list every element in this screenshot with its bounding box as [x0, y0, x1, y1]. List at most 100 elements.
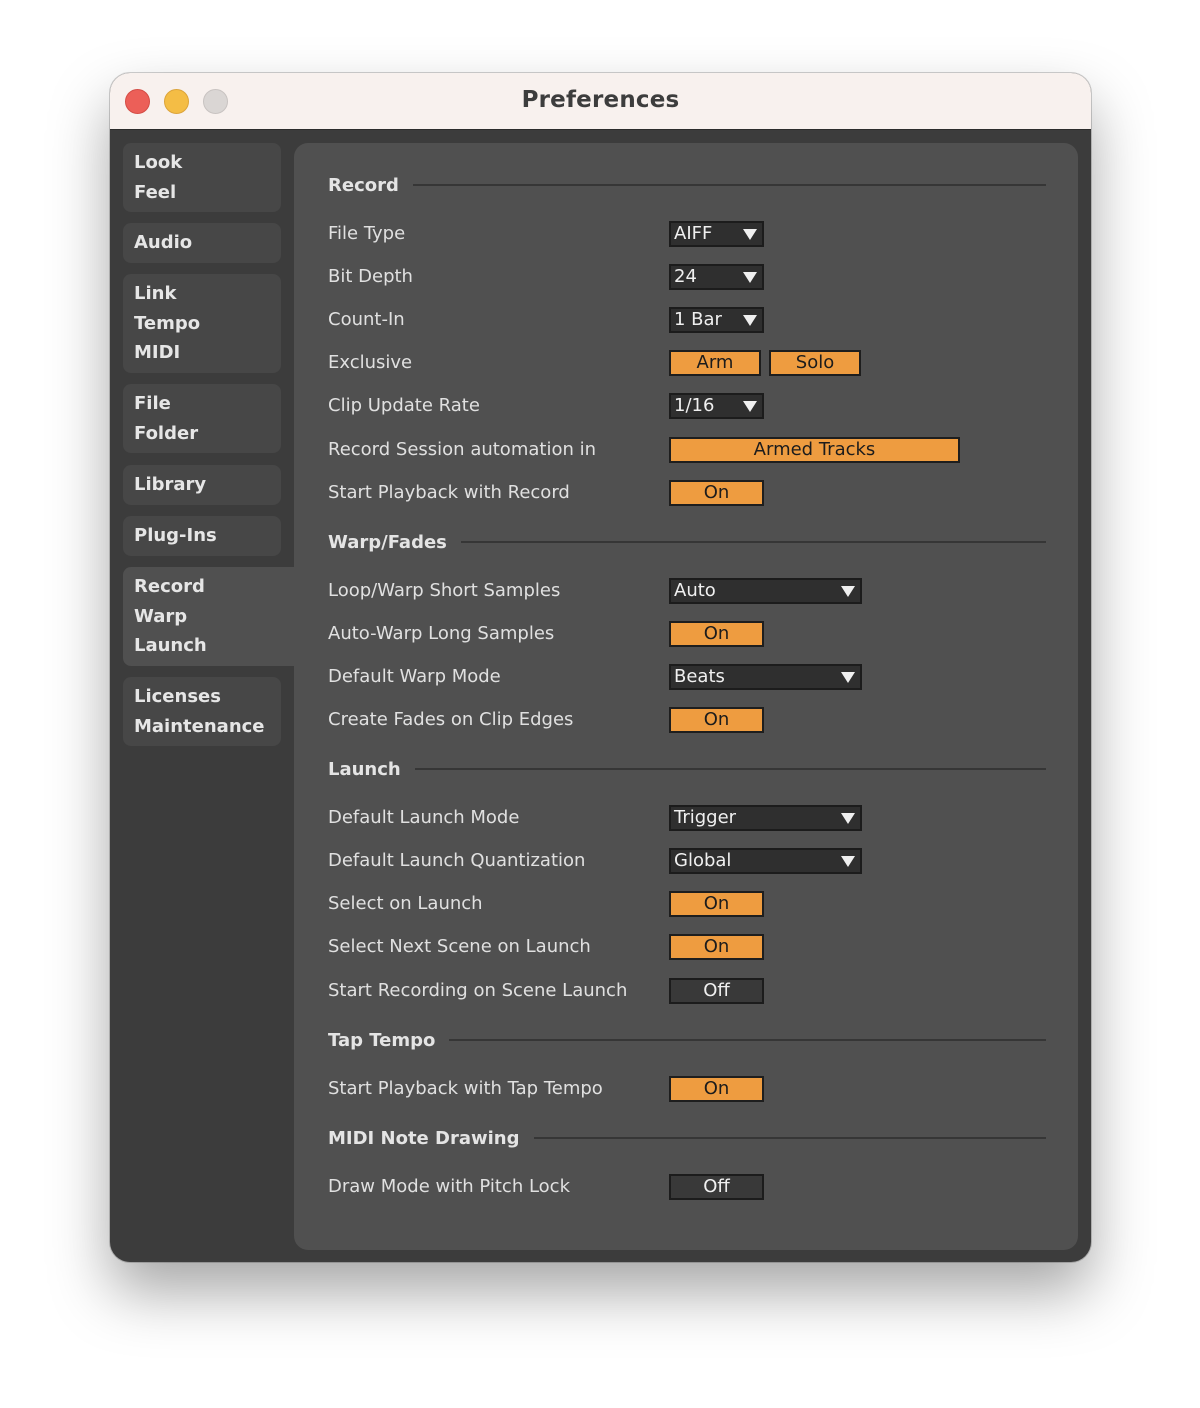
- select-on-launch-toggle[interactable]: On: [669, 891, 764, 917]
- tab-label: MIDI: [134, 342, 181, 363]
- tab-label: Look: [134, 152, 183, 173]
- row-start-playback-tap-tempo: Start Playback with Tap Tempo On: [328, 1076, 1046, 1102]
- section-tap-tempo: Tap Tempo: [328, 1027, 1046, 1053]
- section-record: Record: [328, 172, 1046, 198]
- auto-warp-long-samples-toggle[interactable]: On: [669, 621, 764, 647]
- chevron-down-icon: [743, 401, 757, 412]
- setting-label: Start Playback with Tap Tempo: [328, 1078, 603, 1099]
- dropdown-value: Beats: [674, 666, 725, 687]
- setting-label: Create Fades on Clip Edges: [328, 709, 574, 730]
- tab-label: Link: [134, 283, 177, 304]
- setting-label: Select on Launch: [328, 893, 483, 914]
- section-title: Launch: [328, 758, 401, 780]
- title-bar: Preferences: [110, 73, 1091, 130]
- tab-link-tempo-midi[interactable]: Link Tempo MIDI: [123, 274, 281, 373]
- setting-label: Exclusive: [328, 352, 413, 373]
- clip-update-rate-dropdown[interactable]: 1/16: [669, 393, 764, 419]
- start-playback-with-record-toggle[interactable]: On: [669, 480, 764, 506]
- tab-label: Plug-Ins: [134, 525, 217, 546]
- default-launch-mode-dropdown[interactable]: Trigger: [669, 805, 862, 831]
- bit-depth-dropdown[interactable]: 24: [669, 264, 764, 290]
- section-divider: [412, 184, 1046, 186]
- tab-record-warp-launch[interactable]: Record Warp Launch: [123, 567, 298, 666]
- dropdown-value: Auto: [674, 580, 716, 601]
- chevron-down-icon: [841, 856, 855, 867]
- tab-label: File: [134, 393, 171, 414]
- setting-label: Record Session automation in: [328, 439, 596, 460]
- tab-label: Warp: [134, 605, 188, 627]
- row-default-launch-quantization: Default Launch Quantization Global: [328, 848, 1046, 874]
- section-divider: [449, 1039, 1046, 1041]
- section-divider: [460, 541, 1046, 543]
- exclusive-solo-toggle[interactable]: Solo: [769, 350, 861, 376]
- setting-label: Loop/Warp Short Samples: [328, 580, 561, 601]
- setting-label: File Type: [328, 223, 406, 244]
- chevron-down-icon: [841, 586, 855, 597]
- tab-audio[interactable]: Audio: [123, 223, 281, 263]
- tab-library[interactable]: Library: [123, 465, 281, 505]
- loop-warp-short-samples-dropdown[interactable]: Auto: [669, 578, 862, 604]
- create-fades-toggle[interactable]: On: [669, 707, 764, 733]
- row-start-playback-with-record: Start Playback with Record On: [328, 480, 1046, 506]
- row-count-in: Count-In 1 Bar: [328, 307, 1046, 333]
- dropdown-value: AIFF: [674, 223, 713, 244]
- setting-label: Count-In: [328, 309, 405, 330]
- setting-label: Start Recording on Scene Launch: [328, 980, 628, 1001]
- draw-mode-pitch-lock-toggle[interactable]: Off: [669, 1174, 764, 1200]
- chevron-down-icon: [841, 813, 855, 824]
- setting-label: Start Playback with Record: [328, 482, 570, 503]
- setting-label: Default Launch Mode: [328, 807, 520, 828]
- select-next-scene-toggle[interactable]: On: [669, 934, 764, 960]
- window-title: Preferences: [521, 87, 680, 113]
- dropdown-value: 1 Bar: [674, 309, 722, 330]
- tab-label: Maintenance: [134, 715, 265, 737]
- dropdown-value: Global: [674, 850, 732, 871]
- exclusive-arm-toggle[interactable]: Arm: [669, 350, 761, 376]
- row-create-fades: Create Fades on Clip Edges On: [328, 707, 1046, 733]
- chevron-down-icon: [743, 229, 757, 240]
- section-launch: Launch: [328, 756, 1046, 782]
- dropdown-value: Trigger: [674, 807, 737, 828]
- tab-file-folder[interactable]: File Folder: [123, 384, 281, 453]
- tab-plug-ins[interactable]: Plug-Ins: [123, 516, 281, 556]
- default-warp-mode-dropdown[interactable]: Beats: [669, 664, 862, 690]
- default-launch-quantization-dropdown[interactable]: Global: [669, 848, 862, 874]
- setting-label: Select Next Scene on Launch: [328, 936, 591, 957]
- count-in-dropdown[interactable]: 1 Bar: [669, 307, 764, 333]
- row-select-next-scene: Select Next Scene on Launch On: [328, 934, 1046, 960]
- row-start-recording-scene-launch: Start Recording on Scene Launch Off: [328, 978, 1046, 1004]
- row-default-warp-mode: Default Warp Mode Beats: [328, 664, 1046, 690]
- row-file-type: File Type AIFF: [328, 221, 1046, 247]
- record-session-automation-toggle[interactable]: Armed Tracks: [669, 437, 960, 463]
- setting-label: Bit Depth: [328, 266, 413, 287]
- dropdown-value: 1/16: [674, 395, 715, 416]
- setting-label: Auto-Warp Long Samples: [328, 623, 555, 644]
- setting-label: Draw Mode with Pitch Lock: [328, 1176, 570, 1197]
- tab-label: Library: [134, 474, 207, 495]
- section-title: MIDI Note Drawing: [328, 1127, 520, 1149]
- file-type-dropdown[interactable]: AIFF: [669, 221, 764, 247]
- tab-label: Audio: [134, 232, 193, 253]
- section-warp-fades: Warp/Fades: [328, 529, 1046, 555]
- start-recording-scene-launch-toggle[interactable]: Off: [669, 978, 764, 1004]
- chevron-down-icon: [743, 272, 757, 283]
- preferences-window: Preferences Look Feel Audio Link Tempo M…: [110, 73, 1091, 1262]
- row-default-launch-mode: Default Launch Mode Trigger: [328, 805, 1046, 831]
- tab-label: Feel: [134, 181, 177, 203]
- tab-label: Record: [134, 576, 205, 597]
- setting-label: Default Launch Quantization: [328, 850, 586, 871]
- chevron-down-icon: [841, 672, 855, 683]
- section-divider: [414, 768, 1046, 770]
- tab-licenses-maintenance[interactable]: Licenses Maintenance: [123, 677, 281, 746]
- setting-label: Clip Update Rate: [328, 395, 480, 416]
- start-playback-tap-tempo-toggle[interactable]: On: [669, 1076, 764, 1102]
- section-title: Warp/Fades: [328, 531, 447, 553]
- section-midi-note-drawing: MIDI Note Drawing: [328, 1125, 1046, 1151]
- row-clip-update-rate: Clip Update Rate 1/16: [328, 393, 1046, 419]
- row-exclusive: Exclusive Arm Solo: [328, 350, 1046, 376]
- tab-label: Folder: [134, 422, 199, 444]
- tab-label: Launch: [134, 635, 207, 656]
- tab-label: Tempo: [134, 312, 201, 334]
- section-title: Tap Tempo: [328, 1029, 436, 1051]
- tab-look-feel[interactable]: Look Feel: [123, 143, 281, 212]
